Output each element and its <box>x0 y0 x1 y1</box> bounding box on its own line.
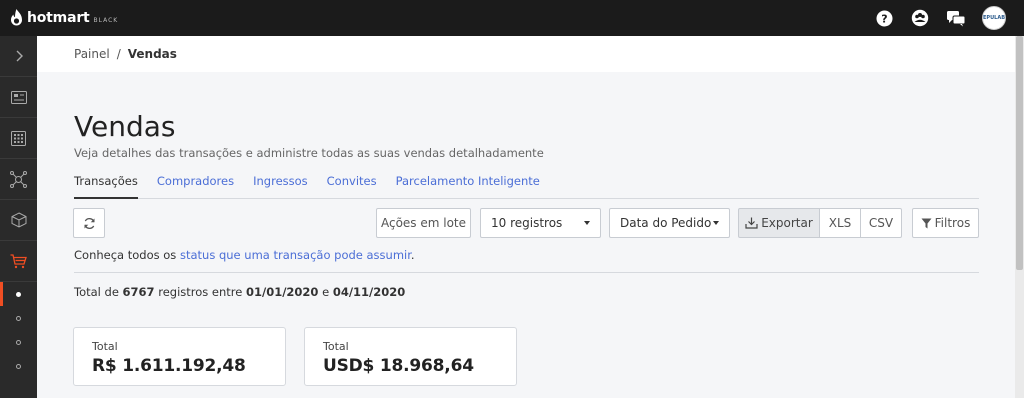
avatar-text: EPULAB <box>983 15 1006 21</box>
filters-button[interactable]: Filtros <box>912 208 979 238</box>
avatar[interactable]: EPULAB <box>982 6 1006 30</box>
status-link[interactable]: status que uma transação pode assumir <box>180 248 411 262</box>
summary-prefix: Total de <box>74 285 123 299</box>
sidebar-expand[interactable] <box>0 36 37 77</box>
export-label: Exportar <box>761 216 813 230</box>
end-date: 04/11/2020 <box>332 285 406 299</box>
filters-label: Filtros <box>934 216 971 230</box>
page-size-select[interactable]: 10 registros <box>480 208 601 238</box>
bulk-actions-button[interactable]: Ações em lote <box>376 208 471 238</box>
dot-icon <box>16 315 21 321</box>
status-notice: Conheça todos os status que uma transaçã… <box>74 248 415 262</box>
brand-tier: BLACK <box>93 16 119 24</box>
main-content: Vendas Veja detalhes das transações e ad… <box>37 72 1015 398</box>
scrollbar-thumb[interactable] <box>1016 36 1023 270</box>
date-type-select[interactable]: Data do Pedido <box>609 208 730 238</box>
dot-icon <box>16 339 21 345</box>
svg-text:?: ? <box>881 12 887 25</box>
filter-icon <box>921 218 932 228</box>
notice-suffix: . <box>410 248 415 262</box>
page-size-value: 10 registros <box>491 216 563 230</box>
refresh-button[interactable] <box>73 208 105 238</box>
page-subtitle: Veja detalhes das transações e administr… <box>74 146 544 160</box>
sidebar-subitem-4[interactable] <box>0 354 37 378</box>
dashboard-icon <box>10 90 27 104</box>
sidebar-item-affiliates[interactable] <box>0 159 37 200</box>
total-brl-value: R$ 1.611.192,48 <box>92 356 246 376</box>
sidebar-item-dashboard[interactable] <box>0 77 37 118</box>
tab-compradores[interactable]: Compradores <box>157 168 234 199</box>
export-xls-button[interactable]: XLS <box>819 208 861 238</box>
download-icon <box>745 217 758 229</box>
affiliate-icon <box>10 170 27 188</box>
scrollbar[interactable] <box>1015 36 1024 398</box>
sidebar-subitem-2[interactable] <box>0 306 37 330</box>
tabs: Transações Compradores Ingressos Convite… <box>74 168 979 199</box>
total-usd-label: Total <box>323 340 349 353</box>
summary-mid: registros entre <box>154 285 247 299</box>
apps-grid-icon <box>11 130 26 146</box>
product-box-icon <box>11 212 26 228</box>
breadcrumb-separator: / <box>116 47 121 61</box>
tab-parcelamento[interactable]: Parcelamento Inteligente <box>396 168 540 199</box>
sidebar-subitem-3[interactable] <box>0 330 37 354</box>
chevron-right-icon <box>16 50 23 62</box>
refresh-icon <box>83 217 95 229</box>
sidebar-item-apps[interactable] <box>0 118 37 159</box>
dot-icon <box>16 363 21 369</box>
total-usd-card: Total USD$ 18.968,64 <box>304 327 517 386</box>
hotmart-flame-icon <box>11 8 22 25</box>
records-count: 6767 <box>122 285 155 299</box>
tab-ingressos[interactable]: Ingressos <box>253 168 308 199</box>
sidebar-item-sales[interactable] <box>0 241 37 282</box>
active-dot-icon <box>16 291 21 297</box>
total-usd-value: USD$ 18.968,64 <box>323 356 474 376</box>
breadcrumb: Painel / Vendas <box>37 36 1015 72</box>
tab-convites[interactable]: Convites <box>327 168 377 199</box>
hotmart-logo[interactable]: hotmart BLACK <box>9 8 119 28</box>
export-button[interactable]: Exportar <box>738 208 820 238</box>
sidebar-subitem-transactions[interactable] <box>0 282 37 306</box>
top-bar: hotmart BLACK ? EPULAB <box>0 0 1024 36</box>
export-csv-button[interactable]: CSV <box>860 208 902 238</box>
records-summary: Total de 6767 registros entre 01/01/2020… <box>74 285 405 299</box>
chevron-down-icon <box>584 221 590 225</box>
community-icon[interactable] <box>910 8 930 28</box>
divider <box>74 272 979 273</box>
total-brl-label: Total <box>92 340 118 353</box>
chat-icon[interactable] <box>946 8 966 28</box>
tab-transacoes[interactable]: Transações <box>74 168 138 199</box>
breadcrumb-current: Vendas <box>127 47 177 61</box>
start-date: 01/01/2020 <box>246 285 319 299</box>
help-icon[interactable]: ? <box>874 8 894 28</box>
notice-prefix: Conheça todos os <box>74 248 180 262</box>
date-type-value: Data do Pedido <box>620 216 712 230</box>
chevron-down-icon <box>713 221 719 225</box>
page-title: Vendas <box>74 110 176 143</box>
sidebar <box>0 36 37 398</box>
brand-name: hotmart <box>27 10 90 26</box>
sidebar-item-products[interactable] <box>0 200 37 241</box>
total-brl-card: Total R$ 1.611.192,48 <box>73 327 286 386</box>
breadcrumb-painel[interactable]: Painel <box>74 47 110 61</box>
cart-icon <box>10 253 27 268</box>
summary-conj: e <box>318 285 333 299</box>
